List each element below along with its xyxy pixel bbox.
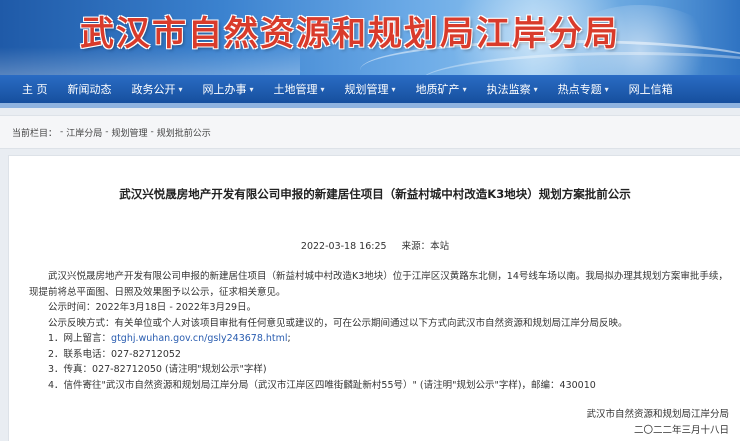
breadcrumb-item-2[interactable]: 规划管理 (112, 126, 148, 139)
nav-item-7[interactable]: 地质矿产 ▾ (406, 81, 477, 97)
nav-item-5[interactable]: 土地管理 ▾ (264, 81, 335, 97)
nav-item-label: 热点专题 (557, 83, 602, 96)
chevron-down-icon: ▾ (533, 84, 538, 94)
article-panel: 武汉兴悦晟房地产开发有限公司申报的新建居住项目（新益村城中村改造K3地块）规划方… (8, 155, 740, 441)
chevron-down-icon: ▾ (178, 84, 183, 94)
signature-block: 武汉市自然资源和规划局江岸分局 二〇二二年三月十八日 (586, 407, 729, 438)
contact-fax: 3．传真：027-82712050 (请注明"规划公示"字样) (48, 364, 267, 375)
chevron-down-icon: ▾ (320, 84, 325, 94)
nav-item-label: 地质矿产 (415, 83, 460, 96)
nav-item-label: 新闻动态 (67, 83, 112, 96)
nav-item-1[interactable]: 主 页 (12, 81, 58, 97)
article-date: 2022-03-18 16:25 (300, 241, 387, 252)
nav-item-10[interactable]: 网上信箱 (619, 81, 683, 97)
breadcrumb-item-3[interactable]: 规划批前公示 (157, 126, 211, 139)
contact-online: 1．网上留言：gtghj.wuhan.gov.cn/gsly243678.htm… (29, 331, 729, 347)
notice-period: 公示时间：2022年3月18日 - 2022年3月29日。 (48, 302, 257, 313)
nav-item-3[interactable]: 政务公开 ▾ (122, 81, 193, 97)
signature-date: 二〇二二年三月十八日 (633, 424, 729, 436)
breadcrumb-sep: - (105, 127, 109, 137)
nav-item-label: 主 页 (22, 83, 48, 96)
nav-item-2[interactable]: 新闻动态 (58, 81, 122, 97)
breadcrumb: 当前栏目： - 江岸分局 - 规划管理 - 规划批前公示 (0, 115, 740, 149)
main-nav: 主 页新闻动态 政务公开 ▾ 网上办事 ▾ 土地管理 ▾ 规划管理 ▾ 地质矿产 ▾ 执法监察 ▾ 热点专… (0, 75, 740, 103)
nav-item-9[interactable]: 热点专题 ▾ (548, 81, 619, 97)
article-source: 来源：本站 (401, 241, 450, 252)
nav-divider (0, 103, 740, 108)
breadcrumb-sep: - (60, 127, 64, 137)
chevron-down-icon: ▾ (462, 84, 467, 94)
message-board-link[interactable]: gtghj.wuhan.gov.cn/gsly243678.html (111, 333, 288, 344)
breadcrumb-item-1[interactable]: 江岸分局 (66, 126, 102, 139)
site-banner: 武汉市自然资源和规划局江岸分局 (0, 0, 740, 75)
contact-online-end: ; (287, 333, 291, 344)
breadcrumb-prefix: 当前栏目： (12, 128, 58, 139)
article-paragraph: 武汉兴悦晟房地产开发有限公司申报的新建居住项目（新益村城中村改造K3地块）位于江… (29, 271, 728, 298)
nav-item-4[interactable]: 网上办事 ▾ (193, 81, 264, 97)
chevron-down-icon: ▾ (391, 84, 396, 94)
contact-online-label: 1．网上留言： (48, 333, 112, 344)
chevron-down-icon: ▾ (604, 84, 609, 94)
chevron-down-icon: ▾ (249, 84, 254, 94)
nav-item-label: 土地管理 (273, 83, 318, 96)
nav-item-label: 政务公开 (131, 83, 176, 96)
nav-item-label: 网上办事 (202, 83, 247, 96)
nav-item-label: 执法监察 (486, 83, 531, 96)
site-title: 武汉市自然资源和规划局江岸分局 (80, 14, 620, 54)
signature-org: 武汉市自然资源和规划局江岸分局 (586, 409, 729, 420)
nav-item-8[interactable]: 执法监察 ▾ (477, 81, 548, 97)
nav-item-6[interactable]: 规划管理 ▾ (335, 81, 406, 97)
contact-mail: 4．信件寄往"武汉市自然资源和规划局江岸分局（武汉市江岸区四唯街麟趾新村55号）… (48, 379, 596, 391)
feedback-intro: 公示反映方式：有关单位或个人对该项目审批有任何意见或建议的，可在公示期间通过以下… (48, 317, 628, 329)
nav-item-label: 规划管理 (344, 83, 389, 96)
article-meta: 2022-03-18 16:25 来源：本站 (9, 238, 740, 252)
article-body: 武汉兴悦晟房地产开发有限公司申报的新建居住项目（新益村城中村改造K3地块）位于江… (29, 269, 729, 393)
article-title: 武汉兴悦晟房地产开发有限公司申报的新建居住项目（新益村城中村改造K3地块）规划方… (119, 187, 631, 201)
nav-item-label: 网上信箱 (628, 83, 673, 96)
breadcrumb-sep: - (150, 127, 154, 137)
contact-phone: 2．联系电话：027-82712052 (48, 348, 181, 360)
